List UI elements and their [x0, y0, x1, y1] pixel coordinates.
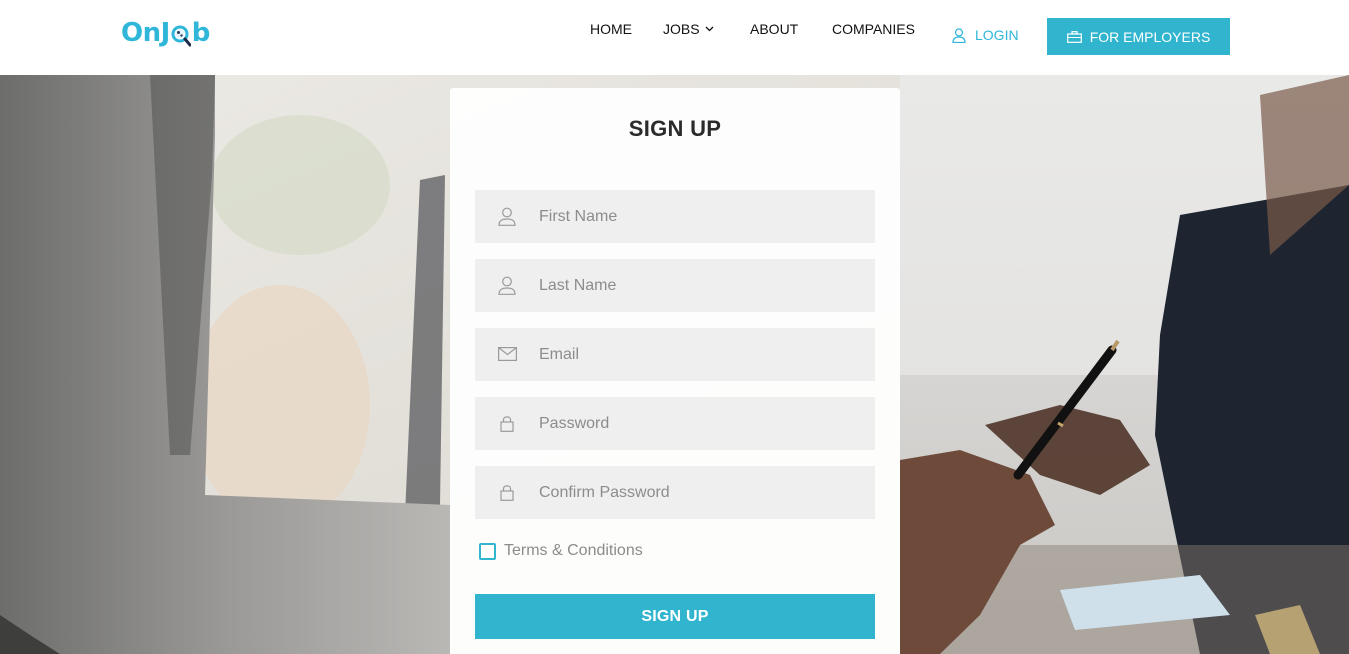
confirm-password-field[interactable] — [475, 466, 875, 519]
terms-checkbox-row[interactable]: Terms & Conditions — [479, 542, 643, 560]
signup-title: SIGN UP — [628, 116, 722, 141]
email-field[interactable] — [475, 328, 875, 381]
user-icon — [497, 275, 517, 295]
password-input[interactable] — [539, 397, 859, 450]
magnifier-icon — [171, 23, 191, 47]
nav-jobs[interactable]: JOBS — [663, 21, 714, 37]
last-name-field[interactable] — [475, 259, 875, 312]
first-name-input[interactable] — [539, 190, 859, 243]
terms-checkbox[interactable] — [479, 542, 496, 560]
nav-about[interactable]: ABOUT — [750, 21, 798, 37]
for-employers-label: FOR EMPLOYERS — [1089, 28, 1211, 45]
briefcase-icon — [1066, 30, 1090, 43]
password-field[interactable] — [475, 397, 875, 450]
for-employers-button[interactable]: FOR EMPLOYERS — [1047, 18, 1230, 55]
envelope-icon — [497, 344, 517, 364]
lock-icon — [497, 413, 517, 433]
email-input[interactable] — [539, 328, 859, 381]
confirm-password-input[interactable] — [539, 466, 859, 519]
terms-label: Terms & Conditions — [504, 542, 643, 559]
login-label: LOGIN — [975, 27, 1019, 43]
logo-text-right: b — [191, 18, 211, 48]
user-icon — [497, 206, 517, 226]
first-name-field[interactable] — [475, 190, 875, 243]
chevron-down-icon — [705, 26, 714, 32]
onjob-logo[interactable]: OnJ b — [121, 18, 210, 48]
lock-icon — [497, 482, 517, 502]
last-name-input[interactable] — [539, 259, 859, 312]
logo-text-left: OnJ — [121, 18, 170, 48]
nav-home[interactable]: HOME — [590, 21, 632, 37]
signup-button[interactable]: SIGN UP — [475, 594, 875, 639]
nav-jobs-label: JOBS — [663, 21, 700, 37]
site-header: OnJ b HOME JOBS ABOUT COMPANIES LOGIN FO… — [0, 0, 1349, 75]
nav-companies[interactable]: COMPANIES — [832, 21, 915, 37]
login-link[interactable]: LOGIN — [952, 27, 1019, 43]
signup-card: SIGN UP Terms & Conditions SIGN UP — [450, 88, 900, 654]
user-icon — [952, 27, 975, 43]
